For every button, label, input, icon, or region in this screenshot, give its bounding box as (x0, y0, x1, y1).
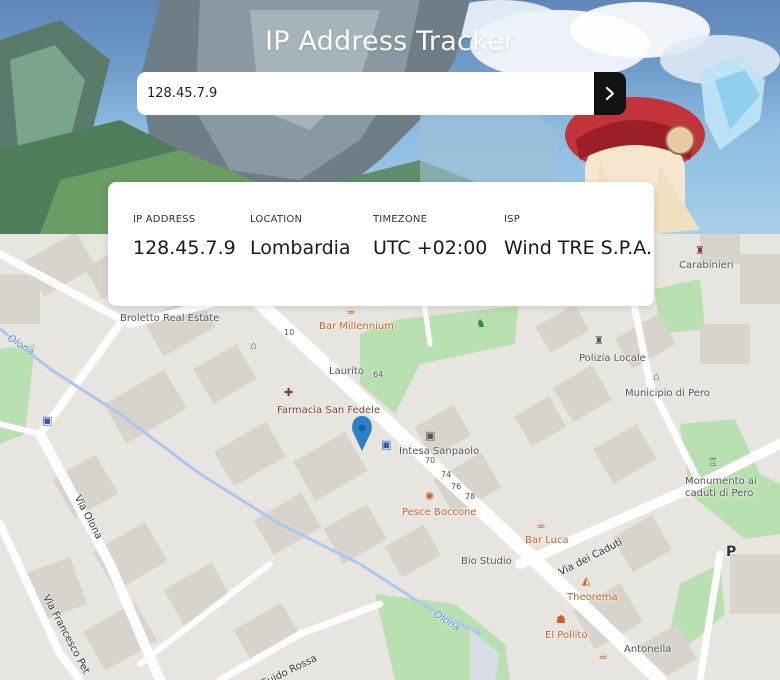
townhall-icon: ⌂ (653, 371, 660, 383)
bus-stop-icon[interactable]: ▣ (381, 440, 391, 451)
ip-info-card: IP ADDRESS 128.45.7.9 LOCATION Lombardia… (108, 182, 654, 306)
search-bar (137, 72, 626, 115)
isp-section: ISP Wind TRE S.P.A. (504, 214, 652, 259)
poi-farmacia[interactable]: Farmacia San Fedele (277, 405, 380, 416)
parking-icon[interactable]: P (726, 544, 736, 560)
poi-intesa[interactable]: Intesa Sanpaolo (399, 446, 479, 457)
location-label: LOCATION (250, 214, 303, 225)
ip-search-input[interactable] (137, 72, 594, 115)
poi-pesce-boccone[interactable]: Pesce Boccone (402, 507, 476, 518)
bus-stop-icon[interactable]: ▣ (42, 416, 52, 427)
poi-carabinieri[interactable]: Carabinieri (679, 260, 734, 271)
location-section: LOCATION Lombardia (250, 214, 351, 259)
page-title: IP Address Tracker (265, 26, 515, 57)
poi-theorema[interactable]: Theorema (567, 592, 618, 603)
bar-icon: ☕ (346, 305, 356, 317)
timezone-value: UTC +02:00 (373, 237, 488, 259)
house-number: 76 (451, 482, 462, 491)
poi-broletto[interactable]: Broletto Real Estate (120, 313, 219, 324)
house-number: 70 (425, 456, 436, 465)
poi-municipio[interactable]: Municipio di Pero (625, 388, 710, 399)
poi-monumento-line1[interactable]: Monumento ai (685, 476, 757, 487)
location-value: Lombardia (250, 237, 351, 259)
poi-bar-millennium[interactable]: Bar Millennium (319, 321, 394, 332)
bank-icon: ▣ (425, 430, 436, 442)
isp-value: Wind TRE S.P.A. (504, 237, 652, 259)
isp-label: ISP (504, 214, 520, 225)
pizza-icon: ◭ (582, 575, 591, 587)
poi-antonella[interactable]: Antonella (624, 644, 671, 655)
poi-monumento-line2[interactable]: caduti di Pero (685, 488, 753, 499)
police-icon: ♜ (695, 245, 705, 257)
timezone-label: TIMEZONE (373, 214, 428, 225)
seafood-icon: ✺ (425, 491, 435, 503)
monument-icon: ♖ (708, 457, 718, 469)
house-number: 10 (284, 328, 295, 337)
timezone-section: TIMEZONE UTC +02:00 (373, 214, 487, 259)
ip-address-section: IP ADDRESS 128.45.7.9 (133, 214, 236, 259)
dog-park-icon: ♞ (476, 318, 486, 330)
house-number: 78 (465, 492, 476, 501)
cafe-icon: ☕ (598, 650, 608, 662)
poi-bio-studio[interactable]: Bio Studio (461, 556, 512, 567)
poi-bar-luca[interactable]: Bar Luca (525, 535, 569, 546)
police-station-icon: ♜ (594, 335, 604, 347)
ip-address-label: IP ADDRESS (133, 214, 196, 225)
ip-address-value: 128.45.7.9 (133, 237, 236, 259)
house-number: 64 (373, 370, 384, 379)
search-submit-button[interactable] (594, 72, 626, 115)
chevron-right-icon (605, 86, 615, 101)
poi-el-pollito[interactable]: El Pollito (545, 630, 587, 641)
cafe-icon: ☕ (536, 519, 546, 531)
fastfood-icon: ☗ (556, 614, 566, 626)
poi-laurito[interactable]: Laurito (329, 366, 364, 377)
pharmacy-icon: ✚ (284, 387, 294, 399)
house-number: 74 (441, 470, 452, 479)
shop-icon: ⌂ (250, 340, 257, 352)
poi-polizia-locale[interactable]: Polizia Locale (579, 353, 646, 364)
